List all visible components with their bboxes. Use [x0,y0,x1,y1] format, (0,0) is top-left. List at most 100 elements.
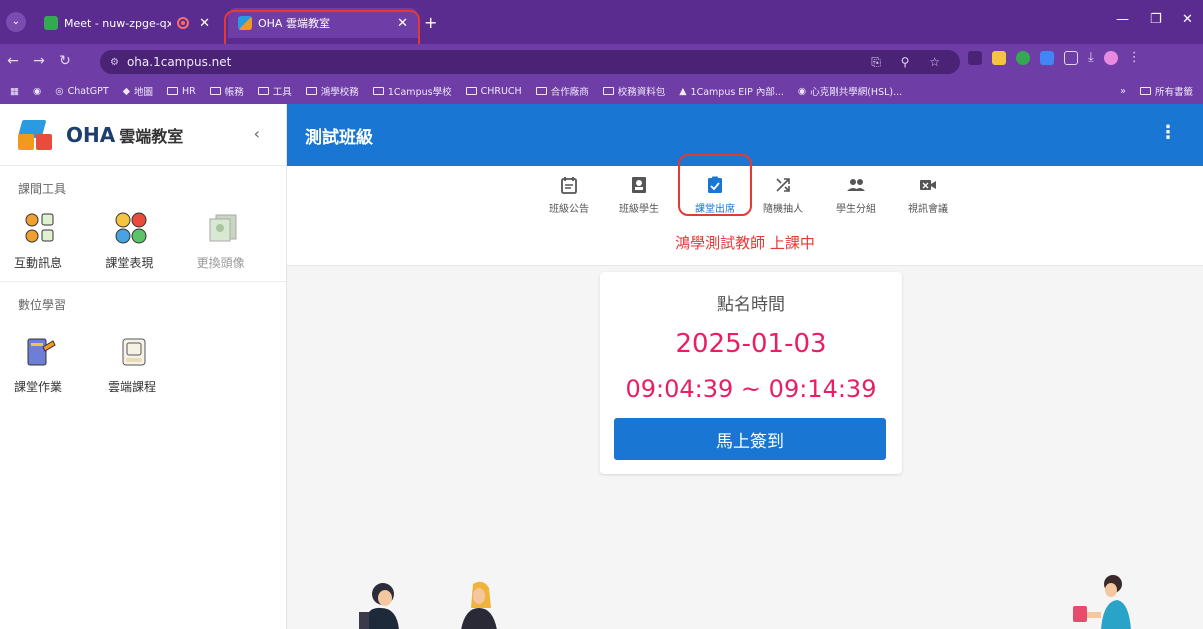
toolbar-grouping[interactable]: 學生分組 [826,176,886,215]
bookmarks-bar: ▦ ◉ ◎ ChatGPT ◆ 地圖 HR 帳務 工具 鴻學校務 1Campus學校… [0,78,1203,104]
toolbar-label: 課堂出席 [695,204,735,215]
reload-icon[interactable]: ↻ [52,53,78,69]
sidebar-item-label: 課堂作業 [14,380,63,394]
chrome-menu-icon[interactable]: ⋮ [1128,50,1141,65]
bookmark-label: CHRUCH [480,85,522,97]
browser-tab-oha[interactable]: OHA 雲端教室 ✕ [228,8,418,38]
new-tab-button[interactable]: + [424,13,437,32]
app-header: 測試班級 ⋮ [287,104,1203,166]
more-options-icon[interactable]: ⋮ [1159,122,1177,143]
sidebar-item-label: 雲端課程 [108,380,157,394]
roll-call-time-range: 09:04:39 ~ 09:14:39 [625,375,877,403]
attendance-card: 點名時間 2025-01-03 09:04:39 ~ 09:14:39 馬上簽到 [600,272,902,474]
announcement-icon [561,176,577,200]
meet-favicon-icon [44,16,58,30]
close-tab-icon[interactable]: ✕ [199,16,210,31]
student-illustration [451,578,511,629]
attendance-icon [707,176,723,200]
toolbar-video-conference[interactable]: 視訊會議 [898,176,958,215]
bookmark-folder[interactable]: 校務資料包 [602,84,665,98]
bookmark-label: 1Campus學校 [387,87,452,98]
profile-avatar-icon[interactable] [1103,50,1118,65]
group-icon [846,176,866,200]
puzzle-icon[interactable] [1064,50,1078,65]
close-tab-icon[interactable]: ✕ [397,16,408,31]
tool-row: 課堂作業 雲端課程 [0,326,286,395]
extension-icon[interactable] [1016,50,1030,65]
students-icon [631,176,647,200]
bookmark-folder[interactable]: CHRUCH [465,85,522,97]
collapse-sidebar-icon[interactable]: ‹ [254,124,260,143]
close-window-icon[interactable]: ✕ [1182,12,1193,27]
bookmark-site-icon[interactable]: ◉ [33,86,41,97]
back-icon[interactable]: ← [0,53,26,69]
toolbar-random-pick[interactable]: 隨機抽人 [753,176,813,215]
folder-icon [535,87,547,95]
bookmarks-right: » 所有書籤 [1110,78,1193,104]
apps-icon[interactable]: ▦ [10,86,19,97]
change-avatar-icon [205,210,241,246]
sidebar-item-label: 更換頭像 [196,256,245,270]
bookmark-label: HR [182,85,196,97]
bookmark-folder[interactable]: 1Campus學校 [372,84,452,98]
toolbar-label: 班級公告 [549,204,589,215]
extension-icon[interactable] [1040,50,1054,65]
download-icon[interactable]: ⤓ [1088,50,1094,65]
bookmark-eip[interactable]: ▲ 1Campus EIP 內部... [679,84,784,99]
sidebar-item-class-homework[interactable]: 課堂作業 [12,326,106,395]
bookmark-label: 鴻學校務 [320,87,359,98]
tab-title: Meet - nuw-zpge-qxd [64,16,172,30]
bookmark-chatgpt[interactable]: ◎ ChatGPT [55,86,108,97]
bookmark-folder[interactable]: 合作廠商 [535,84,589,98]
all-bookmarks-folder[interactable]: 所有書籤 [1139,84,1193,98]
toolbar-students[interactable]: 班級學生 [609,176,669,215]
sidebar-item-interactive-message[interactable]: 互動訊息 [12,202,103,271]
bookmark-folder[interactable]: HR [167,86,196,97]
recording-indicator-icon [177,17,190,29]
folder-icon [1139,87,1151,95]
bookmarks-more-button[interactable]: » [1120,86,1126,97]
bookmark-label: 地圖 [134,87,154,98]
roll-call-label: 點名時間 [717,295,785,315]
sidebar-item-label: 課堂表現 [105,256,154,270]
extension-icon[interactable] [992,50,1006,65]
site-info-icon[interactable]: ⚙ [110,57,119,68]
forward-icon[interactable]: → [26,53,52,69]
sidebar-item-change-avatar[interactable]: 更換頭像 [195,202,286,271]
toolbar-label: 學生分組 [836,204,876,215]
tab-search-icon[interactable]: ⌄ [6,12,26,32]
restore-icon[interactable]: ❐ [1150,12,1162,27]
omnibox-actions-icon[interactable]: ⎘ ⚲ ☆ [871,55,948,70]
toolbar-announcement[interactable]: 班級公告 [539,176,599,215]
video-conference-icon [919,176,937,200]
cloud-course-icon [116,334,152,370]
interactive-message-icon [22,210,58,246]
toolbar-attendance[interactable]: 課堂出席 [685,176,745,215]
bookmark-label: 所有書籤 [1154,87,1193,98]
sidebar-item-class-performance[interactable]: 課堂表現 [103,202,194,271]
minimize-icon[interactable]: — [1116,12,1129,27]
folder-icon [167,87,179,95]
tool-row: 互動訊息 課堂表現 更換頭像 [0,202,286,271]
url-text: oha.1campus.net [126,55,232,69]
oha-favicon-icon [238,16,252,30]
tab-title: OHA 雲端教室 [258,17,330,30]
check-in-button[interactable]: 馬上簽到 [614,418,886,460]
teaching-status: 鴻學測試教師 上課中 [675,234,815,252]
bookmark-folder[interactable]: 工具 [257,84,292,98]
bookmark-folder[interactable]: 鴻學校務 [305,84,359,98]
sidebar-item-cloud-course[interactable]: 雲端課程 [106,326,200,395]
toolbar-label: 班級學生 [619,204,659,215]
folder-icon [257,87,269,95]
folder-icon [372,87,384,95]
oha-logo-icon [16,118,60,152]
bookmark-hsl[interactable]: ◉ 心克剛共學網(HSL)... [798,84,902,99]
extension-icon[interactable] [968,50,982,65]
bookmark-label: 1Campus EIP 內部... [690,87,784,98]
student-illustration [1073,572,1143,629]
browser-tab-meet[interactable]: Meet - nuw-zpge-qxd ✕ [34,8,220,38]
bookmark-folder[interactable]: 帳務 [209,84,244,98]
url-bar[interactable]: ⚙ oha.1campus.net ⎘ ⚲ ☆ [100,50,960,74]
roll-call-date: 2025-01-03 [675,329,827,359]
bookmark-maps[interactable]: ◆ 地圖 [123,84,154,99]
